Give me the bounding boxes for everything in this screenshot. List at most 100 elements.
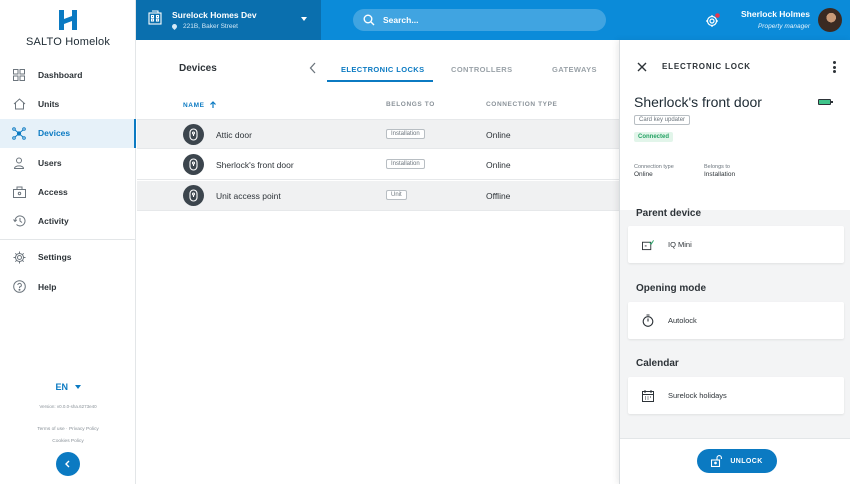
homelok-logo-icon — [57, 8, 79, 32]
sidebar-item-dashboard[interactable]: Dashboard — [0, 60, 136, 89]
history-icon — [12, 214, 26, 228]
site-address-row: 221B, Baker Street — [170, 22, 257, 31]
footer-links: Terms of use · Privacy Policy Cookies Po… — [0, 424, 136, 448]
parent-device-heading: Parent device — [636, 208, 702, 219]
column-header-connection-type[interactable]: CONNECTION TYPE — [486, 101, 557, 108]
sidebar-item-units[interactable]: Units — [0, 89, 136, 118]
chevron-left-icon — [65, 460, 70, 468]
user-info[interactable]: Sherlock Holmes Property manager — [741, 9, 810, 30]
sidebar-item-label: Settings — [38, 252, 72, 263]
opening-mode-card[interactable]: Autolock — [628, 302, 844, 339]
panel-header-title: ELECTRONIC LOCK — [662, 62, 751, 71]
help-icon — [12, 280, 26, 294]
close-panel-button[interactable] — [636, 60, 648, 72]
table-row[interactable]: Unit access point Unit Offline — [137, 181, 619, 211]
cookies-link[interactable]: Cookies Policy — [52, 439, 83, 444]
gear-icon — [12, 250, 26, 264]
status-badge: Connected — [634, 132, 674, 142]
chevron-down-icon — [74, 385, 81, 389]
user-icon — [12, 156, 26, 170]
close-icon — [637, 62, 647, 72]
site-selector[interactable]: Surelock Homes Dev 221B, Baker Street — [136, 0, 321, 40]
parent-device-card[interactable]: IQ Mini — [628, 226, 844, 263]
dashboard-icon — [12, 68, 26, 82]
sidebar-nav: Dashboard Units Devices Users Access Act… — [0, 60, 136, 301]
home-icon — [12, 97, 26, 111]
belongs-to-value: Installation — [704, 171, 736, 178]
panel-header: ELECTRONIC LOCK Sherlock's front door Ca… — [620, 40, 850, 210]
notifications-button[interactable] — [705, 12, 721, 28]
search-bar[interactable] — [353, 9, 606, 31]
brand-logo[interactable]: SALTO Homelok — [0, 8, 136, 48]
device-type-chip: Card key updater — [634, 115, 691, 125]
chevron-down-icon — [301, 17, 307, 21]
avatar[interactable] — [818, 8, 842, 32]
site-address: 221B, Baker Street — [183, 23, 238, 30]
opening-mode-heading: Opening mode — [636, 283, 706, 294]
row-device-name: Unit access point — [216, 191, 281, 201]
sidebar-item-devices[interactable]: Devices — [0, 118, 136, 149]
controller-icon — [642, 239, 654, 251]
site-name: Surelock Homes Dev — [172, 10, 257, 20]
table-row[interactable]: Attic door Installation Online — [137, 119, 619, 149]
row-connection-type: Online — [486, 160, 511, 170]
calendar-heading: Calendar — [636, 358, 679, 369]
column-header-label: NAME — [183, 101, 205, 109]
opening-mode-value: Autolock — [668, 316, 697, 325]
collapse-sidebar-button[interactable] — [56, 452, 80, 476]
network-icon — [12, 126, 26, 140]
electronic-lock-icon — [183, 185, 204, 206]
language-selector[interactable]: EN — [0, 382, 136, 392]
column-header-name[interactable]: NAME — [183, 101, 217, 109]
row-belongs-to-badge: Unit — [386, 190, 407, 200]
search-icon — [363, 14, 375, 26]
tab-electronic-locks[interactable]: ELECTRONIC LOCKS — [341, 65, 424, 74]
tab-controllers[interactable]: CONTROLLERS — [451, 65, 512, 74]
timer-icon — [642, 314, 654, 327]
access-icon — [12, 185, 26, 199]
unlock-button[interactable]: UNLOCK — [697, 449, 777, 473]
more-options-button[interactable] — [831, 60, 837, 74]
language-code: EN — [55, 382, 68, 392]
sidebar-item-help[interactable]: Help — [0, 272, 136, 301]
row-connection-type: Offline — [486, 191, 511, 201]
unlock-label: UNLOCK — [730, 457, 763, 465]
site-info: Surelock Homes Dev 221B, Baker Street — [170, 10, 257, 31]
connection-type-value: Online — [634, 171, 653, 178]
row-connection-type: Online — [486, 130, 511, 140]
arrow-up-icon — [209, 101, 216, 108]
table-row[interactable]: Sherlock's front door Installation Onlin… — [137, 150, 619, 180]
sidebar-item-activity[interactable]: Activity — [0, 206, 136, 235]
belongs-to-label: Belongs to — [704, 164, 730, 170]
unlock-icon — [711, 455, 723, 467]
user-role: Property manager — [757, 23, 810, 30]
sidebar-item-label: Users — [38, 157, 62, 168]
sidebar-item-label: Dashboard — [38, 69, 83, 80]
user-name: Sherlock Holmes — [741, 9, 810, 19]
calendar-card[interactable]: Surelock holidays — [628, 377, 844, 414]
panel-footer: UNLOCK — [620, 438, 850, 484]
sidebar-item-label: Activity — [38, 216, 69, 227]
connection-type-label: Connection type — [634, 164, 674, 170]
row-belongs-to-badge: Installation — [386, 159, 425, 169]
terms-link[interactable]: Terms of use — [37, 427, 64, 432]
column-header-belongs-to[interactable]: BELONGS TO — [386, 101, 435, 108]
tab-gateways[interactable]: GATEWAYS — [552, 65, 597, 74]
sidebar-item-settings[interactable]: Settings — [0, 243, 136, 272]
electronic-lock-icon — [183, 154, 204, 175]
sidebar-divider — [0, 238, 136, 240]
topbar: Surelock Homes Dev 221B, Baker Street Sh… — [136, 0, 850, 40]
brand-name: SALTO Homelok — [25, 36, 111, 48]
row-device-name: Sherlock's front door — [216, 160, 294, 170]
sidebar-item-access[interactable]: Access — [0, 177, 136, 206]
tabs-scroll-left-button[interactable] — [309, 62, 321, 76]
electronic-lock-icon — [183, 124, 204, 145]
search-input[interactable] — [383, 15, 583, 25]
privacy-link[interactable]: Privacy Policy — [69, 427, 99, 432]
sidebar-item-label: Devices — [38, 128, 71, 139]
sidebar-item-users[interactable]: Users — [0, 148, 136, 177]
device-title: Sherlock's front door — [634, 94, 762, 110]
version-text: Version: v0.0.0-sha.6273e40 — [39, 404, 97, 409]
calendar-value: Surelock holidays — [668, 391, 727, 400]
notification-gear-icon — [706, 13, 720, 27]
